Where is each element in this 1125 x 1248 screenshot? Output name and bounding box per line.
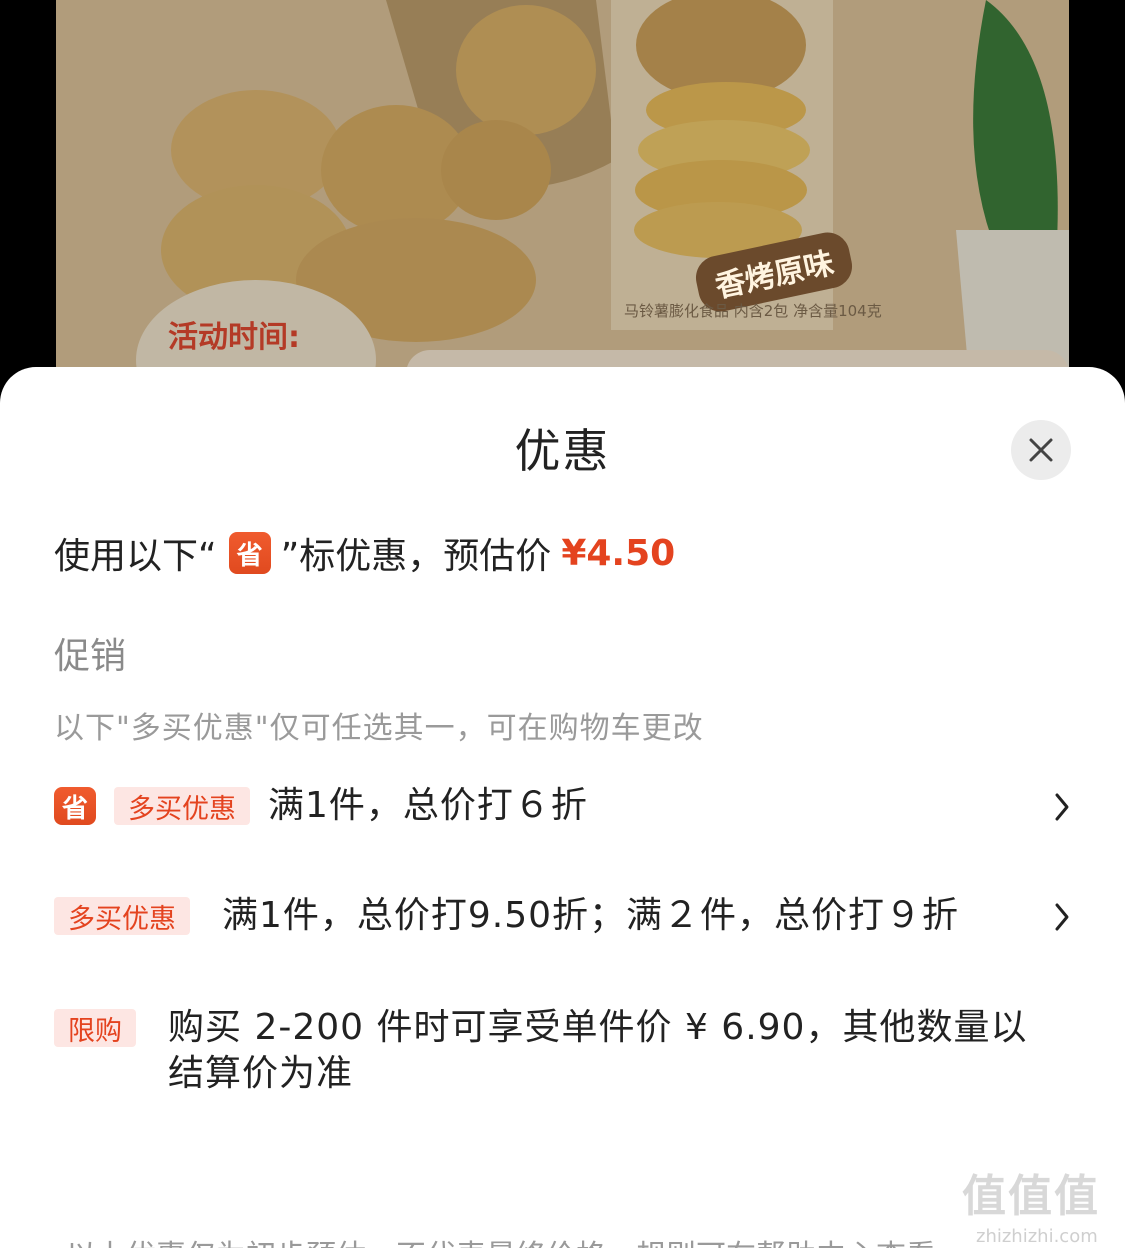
estimated-price-line: 使用以下“ 省 ”标优惠，预估价 ¥4.50	[54, 527, 675, 579]
chevron-right-icon	[1050, 897, 1074, 937]
save-badge-icon: 省	[54, 787, 96, 825]
close-button[interactable]	[1011, 420, 1071, 480]
discount-sheet: 优惠 使用以下“ 省 ”标优惠，预估价 ¥4.50 促销 以下"多买优惠"仅可任…	[0, 367, 1125, 1248]
limit-tag: 限购	[54, 1009, 136, 1047]
product-image: 活动时间: 香烤原味 马铃薯膨化食品 内含2包 净含量104克	[56, 0, 1069, 400]
site-watermark: 值值值 zhizhizhi.com	[962, 1160, 1122, 1247]
promotion-row[interactable]: 省 多买优惠 满1件，总价打６折	[54, 785, 1074, 829]
save-badge-icon: 省	[228, 532, 271, 574]
watermark-url: zhizhizhi.com	[976, 1226, 1098, 1247]
watermark-logo: 值值值	[962, 1171, 1100, 1222]
section-note: 以下"多买优惠"仅可任选其一，可在购物车更改	[54, 711, 704, 746]
promotion-text: 满1件，总价打9.50折；满２件，总价打９折	[222, 895, 960, 936]
estimate-suffix: ”标优惠，预估价	[280, 536, 552, 577]
sheet-title: 优惠	[514, 424, 611, 478]
promotion-tag: 多买优惠	[114, 787, 250, 825]
purchase-limit-row: 限购 购买 2-200 件时可享受单件价 ¥ 6.90，其他数量以结算价为准	[54, 1007, 1074, 1097]
chevron-right-icon	[1050, 787, 1074, 827]
footer-note: 以上优惠仅为初步预估，不代表最终价格，规则可在帮助中心查看	[66, 1231, 936, 1248]
promotion-row[interactable]: 多买优惠 满1件，总价打9.50折；满２件，总价打９折	[54, 895, 1074, 939]
promotion-text: 满1件，总价打６折	[268, 785, 588, 826]
estimated-price: ¥4.50	[561, 532, 676, 574]
activity-time-label: 活动时间:	[168, 320, 300, 355]
estimate-prefix: 使用以下“	[54, 536, 217, 577]
promotion-tag: 多买优惠	[54, 897, 190, 935]
section-title-promotion: 促销	[54, 636, 127, 677]
limit-text: 购买 2-200 件时可享受单件价 ¥ 6.90，其他数量以结算价为准	[168, 1007, 1028, 1094]
package-info: 马铃薯膨化食品 内含2包 净含量104克	[624, 302, 882, 320]
close-icon	[1029, 438, 1053, 462]
